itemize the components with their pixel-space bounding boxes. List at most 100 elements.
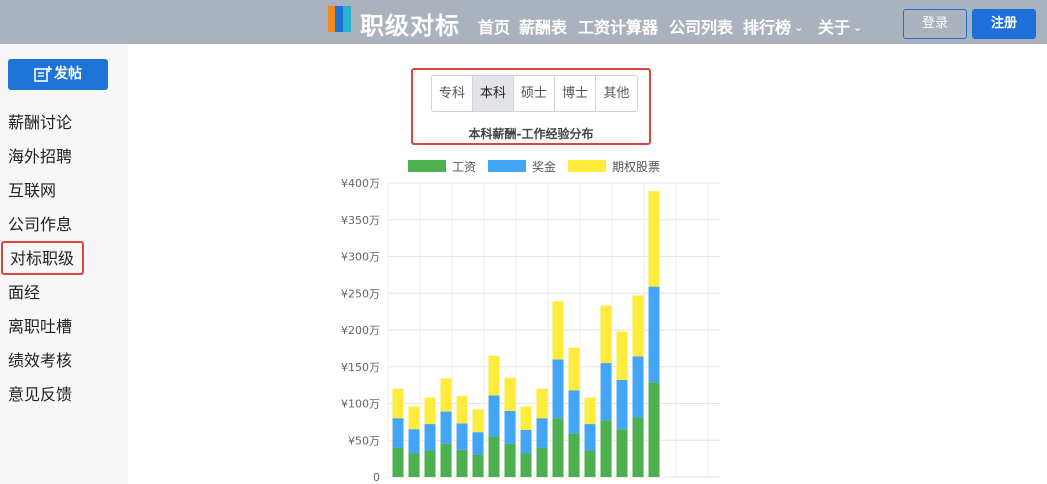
bar-工资-9: [536, 447, 548, 477]
degree-tab-0[interactable]: 专科: [432, 76, 473, 111]
y-tick-label: ¥150万: [341, 361, 380, 374]
bar-期权股票-14: [616, 331, 628, 380]
legend-label: 工资: [452, 160, 476, 174]
bar-工资-4: [456, 449, 468, 477]
y-tick-label: 0: [373, 471, 380, 484]
bar-奖金-9: [536, 418, 548, 448]
bar-工资-5: [472, 454, 484, 477]
bar-奖金-6: [488, 395, 500, 437]
degree-tab-2[interactable]: 硕士: [514, 76, 555, 111]
legend-swatch: [408, 160, 446, 172]
bar-期权股票-11: [568, 347, 580, 391]
logo-icon[interactable]: [328, 6, 352, 32]
bar-奖金-12: [584, 424, 596, 451]
nav-item-label: 关于: [818, 18, 851, 37]
y-tick-label: ¥300万: [341, 251, 380, 264]
sidebar-item-8[interactable]: 意见反馈: [8, 381, 72, 405]
chevron-down-icon: ⌄: [853, 21, 863, 34]
y-tick-label: ¥50万: [348, 434, 380, 447]
sidebar-item-3[interactable]: 公司作息: [8, 211, 72, 235]
degree-tabs-panel: 专科 本科 硕士 博士 其他 本科薪酬-工作经验分布: [411, 68, 651, 145]
bar-工资-11: [568, 433, 580, 477]
bar-工资-1: [408, 453, 420, 477]
nav-item-4[interactable]: 排行榜 ⌄: [743, 14, 803, 38]
bar-工资-3: [440, 443, 452, 477]
legend-label: 期权股票: [612, 160, 660, 174]
bar-期权股票-3: [440, 378, 452, 412]
y-tick-label: ¥350万: [341, 214, 380, 227]
bar-奖金-15: [632, 356, 644, 418]
bar-期权股票-2: [424, 397, 436, 425]
nav-item-label: 首页: [478, 18, 511, 37]
login-button[interactable]: 登录: [903, 9, 967, 39]
legend-label: 奖金: [532, 159, 556, 174]
sidebar-item-4[interactable]: 对标职级: [1, 241, 85, 275]
bar-工资-12: [584, 450, 596, 477]
y-tick-label: ¥250万: [341, 287, 380, 300]
chevron-down-icon: ⌄: [794, 21, 804, 34]
sidebar-item-7[interactable]: 绩效考核: [8, 347, 72, 371]
chart-title: 本科薪酬-工作经验分布: [468, 127, 594, 141]
bar-奖金-10: [552, 359, 564, 419]
bar-奖金-13: [600, 363, 612, 421]
top-navbar: 职级对标 首页 薪酬表 工资计算器 公司列表 排行榜 ⌄ 关于 ⌄ 登录 注册: [0, 0, 1047, 44]
bar-奖金-4: [456, 423, 468, 450]
y-tick-label: ¥400万: [341, 177, 380, 190]
bar-期权股票-10: [552, 301, 564, 360]
bar-期权股票-16: [648, 191, 660, 287]
post-button-label: 发帖: [54, 66, 82, 82]
bar-期权股票-15: [632, 295, 644, 357]
bar-期权股票-1: [408, 406, 420, 430]
sidebar-item-2[interactable]: 互联网: [8, 177, 56, 201]
sidebar-item-5[interactable]: 面经: [8, 279, 40, 303]
bar-奖金-7: [504, 410, 516, 444]
bar-工资-13: [600, 420, 612, 477]
nav-item-5[interactable]: 关于 ⌄: [818, 14, 862, 38]
sidebar-item-6[interactable]: 离职吐槽: [8, 313, 72, 337]
sidebar: 发帖 薪酬讨论海外招聘互联网公司作息对标职级面经离职吐槽绩效考核意见反馈: [0, 44, 128, 484]
bar-期权股票-8: [520, 406, 532, 430]
sidebar-item-1[interactable]: 海外招聘: [8, 143, 72, 167]
nav-item-3[interactable]: 公司列表: [669, 14, 733, 38]
y-tick-label: ¥100万: [341, 398, 380, 411]
bar-奖金-8: [520, 429, 532, 454]
degree-tab-1[interactable]: 本科: [473, 76, 514, 111]
bar-工资-14: [616, 429, 628, 477]
degree-tab-4[interactable]: 其他: [596, 76, 637, 111]
bar-奖金-5: [472, 432, 484, 455]
bar-工资-10: [552, 418, 564, 477]
salary-stacked-bar-chart: 0 ¥50万 ¥100万 ¥150万 ¥200万 ¥250万 ¥300万 ¥350万 ¥400万…: [341, 159, 720, 484]
legend-swatch: [488, 160, 526, 172]
bar-期权股票-5: [472, 409, 484, 433]
y-tick-label: ¥200万: [341, 324, 380, 337]
register-button[interactable]: 注册: [972, 9, 1036, 39]
nav-item-0[interactable]: 首页: [478, 14, 510, 38]
nav-item-label: 公司列表: [669, 18, 734, 37]
bar-期权股票-12: [584, 397, 596, 425]
post-button[interactable]: 发帖: [8, 59, 108, 90]
bar-奖金-11: [568, 390, 580, 434]
bar-奖金-16: [648, 286, 660, 383]
bar-工资-2: [424, 450, 436, 477]
bar-期权股票-13: [600, 305, 612, 364]
bar-奖金-1: [408, 429, 420, 454]
bar-工资-7: [504, 443, 516, 477]
bar-工资-0: [392, 447, 404, 477]
bar-奖金-2: [424, 424, 436, 451]
bar-期权股票-4: [456, 396, 468, 424]
bar-奖金-14: [616, 379, 628, 430]
degree-tab-3[interactable]: 博士: [555, 76, 596, 111]
bar-工资-6: [488, 436, 500, 477]
degree-tabs: 专科 本科 硕士 博士 其他: [431, 75, 638, 112]
brand-title[interactable]: 职级对标: [360, 6, 460, 41]
bar-期权股票-0: [392, 388, 404, 419]
legend-swatch: [568, 160, 606, 172]
nav-item-label: 薪酬表: [519, 18, 568, 37]
nav-item-label: 排行榜: [743, 18, 792, 37]
bar-期权股票-7: [504, 377, 516, 411]
bar-工资-15: [632, 417, 644, 477]
bar-奖金-0: [392, 418, 404, 448]
sidebar-item-0[interactable]: 薪酬讨论: [8, 109, 72, 133]
nav-item-2[interactable]: 工资计算器: [578, 14, 658, 38]
nav-item-1[interactable]: 薪酬表: [519, 14, 567, 38]
